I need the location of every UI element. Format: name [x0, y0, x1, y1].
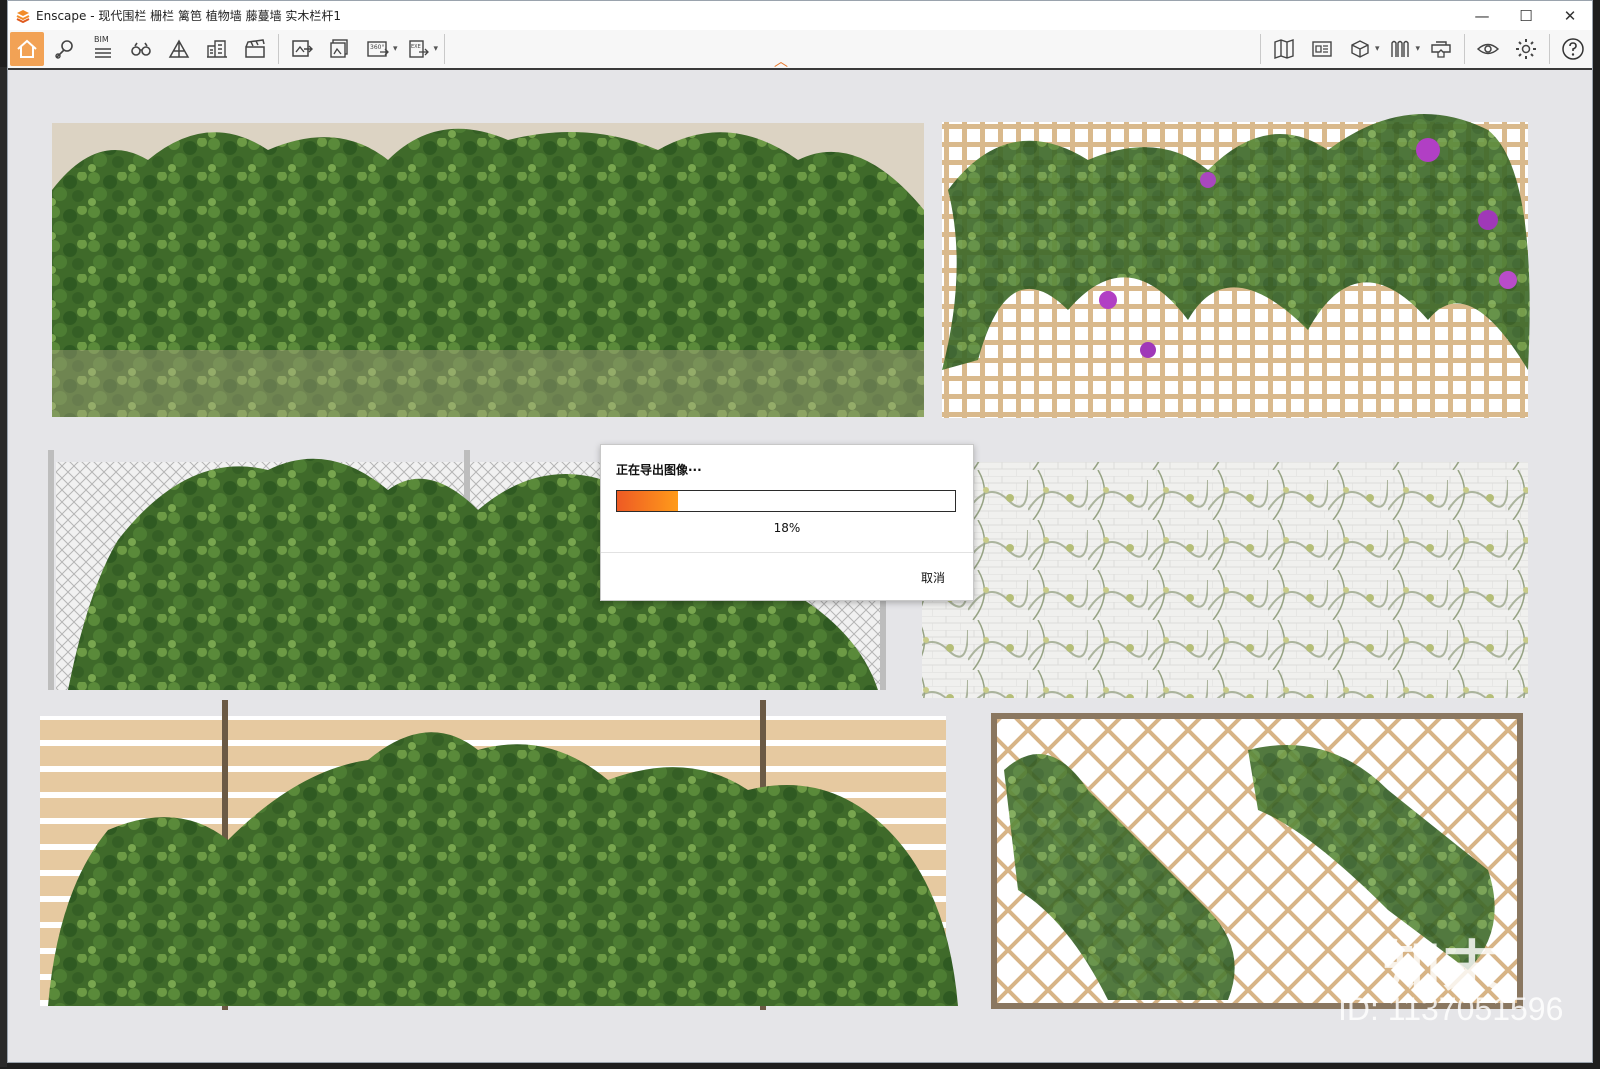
enscape-logo-icon: [16, 9, 30, 23]
cube-view-button[interactable]: [1343, 32, 1377, 66]
toolbar-export-group: 360° ▾ EXE ▾: [283, 30, 440, 68]
dialog-divider: [601, 552, 973, 553]
toolbar-left-group: BIM: [8, 30, 274, 68]
asset-library-button[interactable]: [1305, 32, 1339, 66]
watermark-id: ID: 1137051596: [1338, 991, 1564, 1027]
export-progress-bar: [616, 490, 956, 512]
toolbar-separator: [444, 34, 446, 64]
render-viewport[interactable]: 正在导出图像··· 18% 取消: [8, 70, 1592, 1062]
export-progress-dialog: 正在导出图像··· 18% 取消: [600, 444, 974, 601]
progress-fill: [617, 491, 678, 511]
visual-settings-pin-icon: [55, 40, 73, 59]
maximize-button[interactable]: ☐: [1504, 1, 1548, 30]
batch-export-icon: [330, 39, 348, 58]
title-separator: -: [86, 9, 99, 23]
svg-text:EXE: EXE: [411, 44, 421, 50]
screenshot-export-button[interactable]: [285, 32, 319, 66]
bim-button[interactable]: BIM: [86, 32, 120, 66]
toolbar-separator: [1464, 34, 1465, 64]
title-bar: Enscape - 现代围栏 栅栏 篱笆 植物墙 藤蔓墙 实木栏杆1 — ☐ ✕: [8, 1, 1592, 30]
visual-settings-button[interactable]: [48, 32, 82, 66]
video-editor-button[interactable]: [238, 32, 272, 66]
home-icon: [17, 39, 37, 58]
toolbar-separator: [1259, 34, 1261, 64]
asset-library-icon: [1312, 41, 1332, 57]
home-button[interactable]: [10, 32, 44, 66]
material-button[interactable]: [1383, 32, 1417, 66]
progress-percent-label: 18%: [773, 521, 801, 535]
eye-icon: [1476, 43, 1500, 55]
document-name: 现代围栏 栅栏 篱笆 植物墙 藤蔓墙 实木栏杆1: [98, 9, 342, 23]
toolbar-separator: [278, 34, 279, 64]
window-controls: — ☐ ✕: [1460, 1, 1592, 30]
toolbar-right-group: ▾ ▾: [1265, 30, 1592, 68]
map-button[interactable]: [1267, 32, 1301, 66]
main-toolbar: BIM 360° ▾ EXE ▾ ▾ ▾: [8, 30, 1592, 70]
svg-text:360°: 360°: [370, 44, 384, 51]
screenshot-export-icon: [292, 40, 313, 57]
close-button[interactable]: ✕: [1548, 1, 1592, 30]
material-icon: [1391, 40, 1410, 57]
window-title: Enscape - 现代围栏 栅栏 篱笆 植物墙 藤蔓墙 实木栏杆1: [36, 7, 341, 24]
minimize-button[interactable]: —: [1460, 1, 1504, 30]
background-app-edge: [0, 67, 7, 1067]
visibility-button[interactable]: [1471, 32, 1505, 66]
settings-button[interactable]: [1509, 32, 1543, 66]
enscape-window: Enscape - 现代围栏 栅栏 篱笆 植物墙 藤蔓墙 实木栏杆1 — ☐ ✕…: [7, 0, 1593, 1063]
settings-icon: [1516, 39, 1536, 59]
help-button[interactable]: [1556, 32, 1590, 66]
views-button[interactable]: [124, 32, 158, 66]
help-icon: [1562, 38, 1584, 60]
mountain-icon: [168, 39, 190, 58]
bim-label: BIM: [94, 35, 109, 44]
cube-view-icon: [1351, 40, 1369, 58]
map-icon: [1274, 39, 1294, 59]
vr-headset-icon: [1431, 41, 1451, 58]
panorama-360-icon: 360°: [367, 41, 389, 57]
collapse-toolbar-chevron-icon[interactable]: ︿: [774, 51, 788, 71]
panorama-export-button[interactable]: 360°: [361, 32, 395, 66]
buildings-icon: [207, 40, 227, 58]
buildings-button[interactable]: [200, 32, 234, 66]
clapperboard-icon: [245, 39, 265, 58]
dialog-title: 正在导出图像···: [616, 463, 702, 477]
toolbar-separator: [1549, 34, 1550, 64]
exe-export-icon: EXE: [408, 40, 429, 58]
exe-export-button[interactable]: EXE: [402, 32, 436, 66]
binoculars-icon: [131, 42, 151, 56]
batch-export-button[interactable]: [323, 32, 357, 66]
vr-headset-button[interactable]: [1424, 32, 1458, 66]
app-name: Enscape: [36, 9, 87, 23]
cancel-button[interactable]: 取消: [921, 569, 945, 586]
site-context-button[interactable]: [162, 32, 196, 66]
